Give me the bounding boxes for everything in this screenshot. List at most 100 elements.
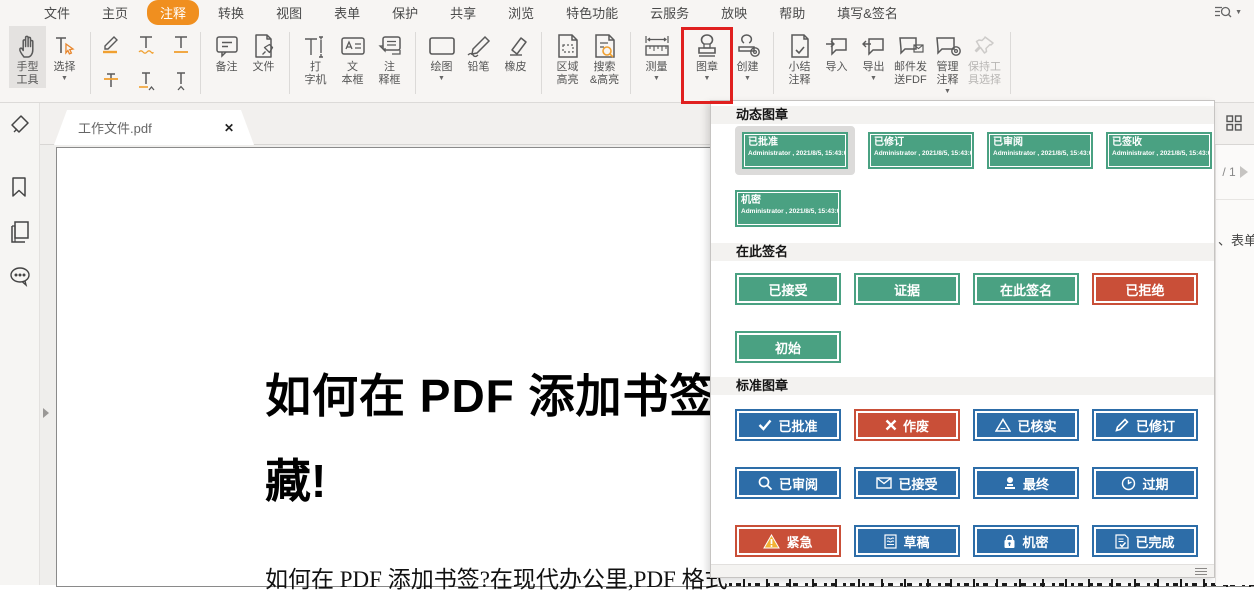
sign-stamp-accepted[interactable]: 已接受 (735, 273, 841, 305)
standard-stamp-confidential[interactable]: 机密 (973, 525, 1079, 557)
textbox-icon (339, 31, 367, 61)
menu-share[interactable]: 共享 (434, 1, 492, 24)
stamp-label: 图章 (696, 61, 718, 74)
stamp-tool-button[interactable]: 图章 ▼ (685, 26, 729, 83)
resize-grip-icon[interactable] (1195, 568, 1207, 575)
sign-stamp-initial[interactable]: 初始 (735, 331, 841, 363)
dynamic-stamp-row: 已批准 Administrator , 2021/8/5, 15:43:05 已… (735, 126, 1212, 175)
export-comments-button[interactable]: 导出 ▼ (855, 26, 892, 83)
standard-stamp-accepted[interactable]: 已接受 (854, 467, 960, 499)
menu-bar: 文件 主页 注释 转换 视图 表单 保护 共享 浏览 特色功能 云服务 放映 帮… (0, 0, 1254, 24)
expand-panel-icon[interactable] (43, 408, 49, 418)
typewriter-label: 打 字机 (305, 61, 327, 87)
check-icon (758, 419, 772, 431)
eraser-icon (502, 31, 530, 61)
clock-icon (1121, 476, 1136, 491)
close-tab-icon[interactable]: ✕ (224, 121, 234, 135)
chevron-down-icon: ▼ (653, 75, 660, 82)
dynamic-stamp-reviewed[interactable]: 已审阅 Administrator , 2021/8/5, 15:43:05 (987, 132, 1093, 169)
dynamic-stamp-received[interactable]: 已签收 Administrator , 2021/8/5, 15:43:05 (1106, 132, 1212, 169)
callout-tool-button[interactable]: 注 释框 (371, 26, 408, 88)
menu-form[interactable]: 表单 (318, 1, 376, 24)
note-tool-button[interactable]: 备注 (208, 26, 245, 75)
menu-protect[interactable]: 保护 (376, 1, 434, 24)
standard-stamp-draft[interactable]: 草稿 (854, 525, 960, 557)
callout-icon (376, 31, 404, 61)
pencil-label: 铅笔 (468, 61, 490, 74)
menu-file[interactable]: 文件 (28, 1, 86, 24)
hand-tool-button[interactable]: 手型 工具 (9, 26, 46, 88)
standard-stamp-approved[interactable]: 已批准 (735, 409, 841, 441)
menu-view[interactable]: 视图 (260, 1, 318, 24)
eraser-tool-button[interactable]: 橡皮 (497, 26, 534, 75)
menu-fill-sign[interactable]: 填写&签名 (821, 1, 914, 24)
chevron-down-icon: ▼ (704, 75, 711, 82)
underline-tool-icon[interactable] (166, 29, 196, 59)
chevron-down-icon: ▼ (744, 75, 751, 82)
draw-tool-button[interactable]: 绘图 ▼ (423, 26, 460, 83)
pencil-icon (465, 31, 493, 61)
menu-home[interactable]: 主页 (86, 1, 144, 24)
comments-panel-icon[interactable] (8, 265, 32, 289)
dynamic-stamp-row: 机密 Administrator , 2021/8/5, 15:43:05 (735, 190, 841, 227)
file-attachment-label: 文件 (253, 61, 275, 74)
dynamic-stamp-approved[interactable]: 已批准 Administrator , 2021/8/5, 15:43:05 (742, 132, 848, 169)
dynamic-stamp-revised[interactable]: 已修订 Administrator , 2021/8/5, 15:43:05 (868, 132, 974, 169)
email-fdf-button[interactable]: 邮件发 送FDF (892, 26, 929, 88)
chevron-down-icon: ▼ (1235, 9, 1242, 16)
document-tab[interactable]: 工作文件.pdf ✕ (54, 110, 254, 145)
menu-present[interactable]: 放映 (705, 1, 763, 24)
done-doc-icon (1115, 534, 1129, 549)
menu-cloud[interactable]: 云服务 (634, 1, 705, 24)
import-comments-button[interactable]: 导入 (818, 26, 855, 75)
squiggly-underline-tool-icon[interactable] (131, 29, 161, 59)
create-stamp-label: 创建 (737, 61, 759, 74)
sign-stamp-sign-here[interactable]: 在此签名 (973, 273, 1079, 305)
summarize-comments-button[interactable]: 小结 注释 (781, 26, 818, 88)
area-highlight-button[interactable]: 区域 高亮 (549, 26, 586, 88)
draw-label: 绘图 (431, 61, 453, 74)
standard-stamp-revised[interactable]: 已修订 (1092, 409, 1198, 441)
sign-stamp-witness[interactable]: 证据 (854, 273, 960, 305)
typewriter-tool-button[interactable]: 打 字机 (297, 26, 334, 88)
replace-text-tool-icon[interactable] (131, 65, 161, 95)
select-tool-button[interactable]: 选择 ▼ (46, 26, 83, 83)
file-pin-icon (250, 31, 278, 61)
find-button[interactable]: ▼ (1214, 5, 1242, 19)
standard-stamp-reviewed[interactable]: 已审阅 (735, 467, 841, 499)
strikethrough-tool-icon[interactable] (96, 65, 126, 95)
insert-text-tool-icon[interactable] (166, 65, 196, 95)
create-stamp-button[interactable]: 创建 ▼ (729, 26, 766, 83)
standard-stamp-verified[interactable]: 已核实 (973, 409, 1079, 441)
pages-panel-icon[interactable] (8, 219, 32, 245)
highlight-tool-icon[interactable] (96, 29, 126, 59)
keep-tool-selected-button[interactable]: 保持工 具选择 (966, 26, 1003, 88)
menu-help[interactable]: 帮助 (763, 1, 821, 24)
quick-eraser-icon[interactable] (8, 103, 32, 145)
next-page-icon[interactable] (1240, 166, 1248, 178)
dynamic-stamp-confidential[interactable]: 机密 Administrator , 2021/8/5, 15:43:05 (735, 190, 841, 227)
standard-stamp-urgent[interactable]: 紧急 (735, 525, 841, 557)
menu-comment[interactable]: 注释 (147, 0, 199, 25)
standard-stamp-completed[interactable]: 已完成 (1092, 525, 1198, 557)
file-attachment-tool-button[interactable]: 文件 (245, 26, 282, 75)
measure-tool-button[interactable]: 测量 ▼ (638, 26, 675, 83)
chevron-down-icon: ▼ (61, 75, 68, 82)
textbox-tool-button[interactable]: 文 本框 (334, 26, 371, 88)
menu-browse[interactable]: 浏览 (492, 1, 550, 24)
bookmarks-panel-icon[interactable] (8, 175, 32, 199)
section-header-sign-here: 在此签名 (711, 243, 1214, 261)
menu-features[interactable]: 特色功能 (550, 1, 634, 24)
text-markup-group (93, 24, 198, 102)
manage-comments-button[interactable]: 管理 注释 ▼ (929, 26, 966, 96)
grid-view-icon[interactable] (1225, 114, 1243, 132)
standard-stamp-void[interactable]: 作废 (854, 409, 960, 441)
find-icon (1214, 5, 1232, 19)
menu-convert[interactable]: 转换 (202, 1, 260, 24)
search-highlight-button[interactable]: 搜索 &高亮 (586, 26, 623, 88)
standard-stamp-final[interactable]: 最终 (973, 467, 1079, 499)
sign-stamp-rejected[interactable]: 已拒绝 (1092, 273, 1198, 305)
standard-stamp-expired[interactable]: 过期 (1092, 467, 1198, 499)
pdf-title-line2: 藏! (265, 445, 326, 511)
pencil-tool-button[interactable]: 铅笔 (460, 26, 497, 75)
